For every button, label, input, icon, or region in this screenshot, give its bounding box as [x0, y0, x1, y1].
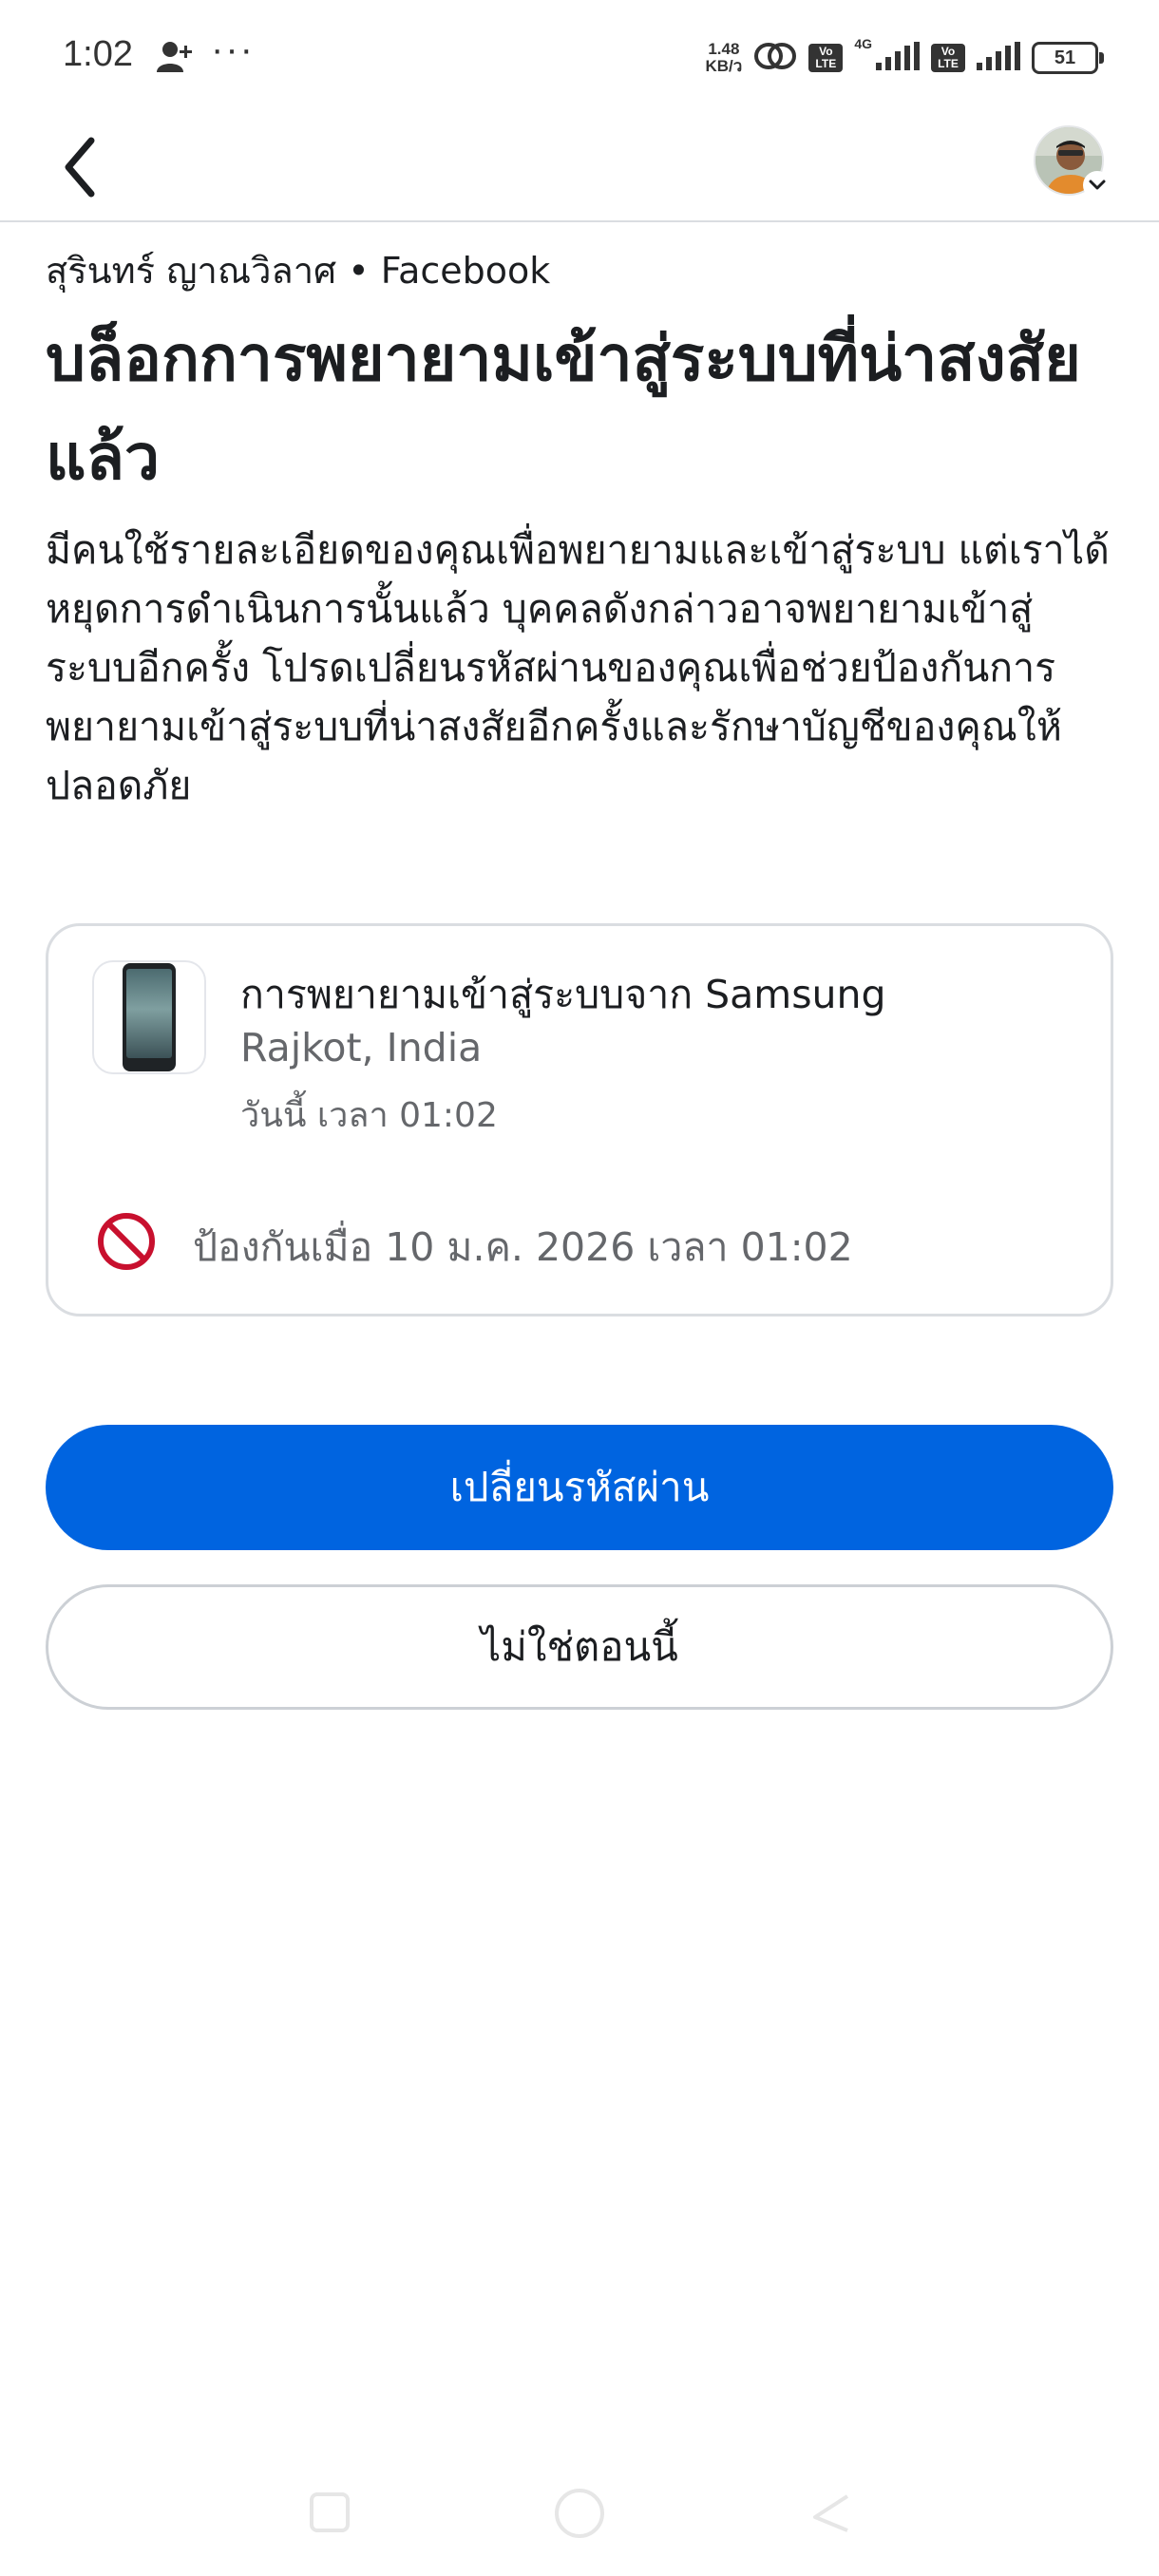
status-bar: 1:02 ··· 1.48 KB/ว Vo LTE 4G Vo LTE 51	[0, 0, 1159, 114]
screen: 1:02 ··· 1.48 KB/ว Vo LTE 4G Vo LTE 51 ส…	[0, 0, 1159, 2576]
not-now-button[interactable]: ไม่ใช่ตอนนี้	[46, 1584, 1113, 1710]
device-name: Samsung	[705, 972, 886, 1017]
phone-icon	[92, 960, 206, 1074]
status-icons: 1.48 KB/ว Vo LTE 4G Vo LTE 51	[705, 36, 1104, 80]
volte-icon-2: Vo LTE	[931, 44, 965, 72]
blocked-icon	[96, 1211, 157, 1272]
volte-icon: Vo LTE	[808, 44, 844, 72]
battery-icon: 51	[1032, 42, 1104, 74]
change-password-button[interactable]: เปลี่ยนรหัสผ่าน	[46, 1425, 1113, 1550]
description-text: มีคนใช้รายละเอียดของคุณเพื่อพยายามและเข้…	[46, 527, 1110, 808]
page-title: บล็อกการพยายามเข้าสู่ระบบที่น่าสงสัยแล้ว	[46, 322, 1081, 494]
hotspot-icon	[753, 40, 797, 76]
more-notifications-icon: ···	[211, 28, 255, 70]
app-header	[0, 114, 1159, 222]
speed-unit: KB/ว	[705, 57, 743, 75]
network-speed: 1.48 KB/ว	[705, 41, 742, 75]
attempt-title-prefix: การพยายามเข้าสู่ระบบจาก	[240, 972, 706, 1017]
chevron-left-icon	[65, 137, 95, 198]
brand-name: Facebook	[380, 250, 551, 292]
person-add-icon	[156, 40, 194, 78]
blocked-status-text: ป้องกันเมื่อ 10 ม.ค. 2026 เวลา 01:02	[193, 1224, 853, 1270]
signal-icon-2	[977, 42, 1020, 74]
speed-value: 1.48	[708, 40, 740, 58]
status-time: 1:02	[63, 34, 133, 74]
signal-icon-1	[876, 42, 920, 74]
back-button[interactable]	[53, 131, 110, 203]
back-icon[interactable]	[808, 2489, 855, 2540]
login-attempt-card: การพยายามเข้าสู่ระบบจาก Samsung Rajkot, …	[46, 923, 1113, 1316]
account-subtitle: สุรินทร์ ญาณวิลาศ • Facebook	[46, 241, 550, 299]
account-switcher-button[interactable]	[1034, 125, 1112, 211]
chevron-down-icon	[1083, 171, 1112, 199]
home-icon[interactable]	[551, 2485, 608, 2546]
network-type: 4G	[854, 36, 872, 51]
account-name: สุรินทร์ ญาณวิลาศ	[46, 250, 337, 292]
attempt-time: วันนี้ เวลา 01:02	[240, 1096, 498, 1135]
system-nav-bar	[0, 2470, 1159, 2576]
subtitle-separator: •	[336, 250, 381, 292]
attempt-location: Rajkot, India	[240, 1025, 483, 1070]
recents-icon[interactable]	[306, 2489, 353, 2540]
attempt-title: การพยายามเข้าสู่ระบบจาก Samsung	[240, 964, 886, 1026]
